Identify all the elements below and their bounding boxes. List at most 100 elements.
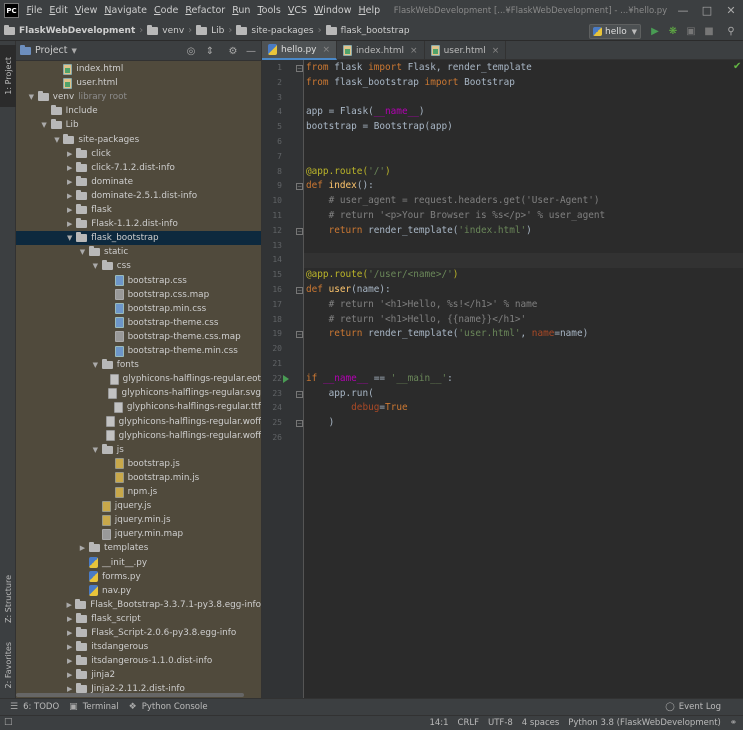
tree-item[interactable]: ▶ itsdangerous: [16, 640, 261, 654]
code-area[interactable]: from flask import Flask, render_template…: [304, 60, 743, 698]
collapse-arrow-icon[interactable]: ▶: [65, 206, 74, 214]
tree-item[interactable]: ▶ click-7.1.2.dist-info: [16, 161, 261, 175]
tree-item[interactable]: ▶ Flask-1.1.2.dist-info: [16, 217, 261, 231]
menu-edit[interactable]: Edit: [46, 0, 71, 21]
fold-marker-icon[interactable]: −: [296, 183, 303, 191]
favorites-tool-tab[interactable]: 2: Favorites: [0, 637, 16, 693]
caret-position[interactable]: 14:1: [429, 718, 448, 728]
collapse-arrow-icon[interactable]: ▶: [65, 220, 74, 228]
menu-refactor[interactable]: Refactor: [182, 0, 229, 21]
menu-vcs[interactable]: VCS: [284, 0, 310, 21]
menu-tools[interactable]: Tools: [254, 0, 284, 21]
fold-marker-icon[interactable]: −: [296, 65, 303, 72]
tree-item[interactable]: index.html: [16, 62, 261, 76]
tree-item[interactable]: __init__.py: [16, 556, 261, 570]
collapse-arrow-icon[interactable]: ▶: [65, 192, 74, 200]
expand-arrow-icon[interactable]: ▼: [52, 136, 61, 144]
tree-item[interactable]: user.html: [16, 76, 261, 90]
coverage-icon[interactable]: ▣: [683, 24, 699, 39]
tree-item[interactable]: ▼ static: [16, 245, 261, 259]
bottom-tab--todo[interactable]: ☰ 6: TODO: [10, 702, 59, 712]
fold-marker-icon[interactable]: −: [296, 227, 303, 235]
lock-icon[interactable]: ⚭: [730, 718, 737, 728]
tree-item[interactable]: ▼ venv library root: [16, 90, 261, 104]
tree-item[interactable]: ▼ fonts: [16, 358, 261, 372]
menu-run[interactable]: Run: [229, 0, 254, 21]
collapse-arrow-icon[interactable]: ▶: [65, 150, 74, 158]
close-tab-icon[interactable]: ×: [410, 46, 418, 56]
collapse-arrow-icon[interactable]: ▶: [65, 671, 74, 679]
tree-item[interactable]: bootstrap.min.js: [16, 471, 261, 485]
close-tab-icon[interactable]: ×: [323, 45, 331, 55]
project-tool-tab[interactable]: 1: Project: [0, 45, 16, 107]
tree-item[interactable]: ▼ js: [16, 443, 261, 457]
stop-icon[interactable]: ■: [701, 24, 717, 39]
toggle-tool-windows-icon[interactable]: □: [4, 717, 13, 727]
menu-code[interactable]: Code: [151, 0, 182, 21]
tree-item[interactable]: ▶ templates: [16, 541, 261, 555]
fold-marker-icon[interactable]: −: [296, 420, 303, 428]
search-everywhere-icon[interactable]: ⚲: [723, 24, 739, 39]
menu-window[interactable]: Window: [311, 0, 355, 21]
debug-icon[interactable]: ❋: [665, 24, 681, 39]
collapse-arrow-icon[interactable]: ▶: [65, 643, 74, 651]
tree-item[interactable]: bootstrap-theme.min.css: [16, 344, 261, 358]
tree-item[interactable]: ▶ click: [16, 147, 261, 161]
tab-index-html[interactable]: index.html ×: [337, 41, 425, 60]
breadcrumb-item[interactable]: site-packages: [236, 24, 314, 36]
tree-item[interactable]: nav.py: [16, 584, 261, 598]
breadcrumb-item[interactable]: FlaskWebDevelopment: [4, 24, 135, 36]
tree-item[interactable]: bootstrap.js: [16, 457, 261, 471]
collapse-arrow-icon[interactable]: ▶: [65, 164, 74, 172]
close-window-icon[interactable]: ✕: [719, 0, 743, 21]
tree-item[interactable]: glyphicons-halflings-regular.woff2: [16, 429, 261, 443]
hide-panel-icon[interactable]: —: [244, 44, 258, 58]
gear-icon[interactable]: ⚙: [226, 44, 240, 58]
line-separator[interactable]: CRLF: [458, 718, 479, 728]
expand-arrow-icon[interactable]: ▼: [40, 121, 49, 129]
menu-help[interactable]: Help: [355, 0, 384, 21]
tree-item[interactable]: bootstrap-theme.css: [16, 316, 261, 330]
bottom-tab-python-console[interactable]: ❖ Python Console: [129, 702, 208, 712]
tree-item[interactable]: ▶ flask_script: [16, 612, 261, 626]
collapse-arrow-icon[interactable]: ▶: [65, 178, 74, 186]
tree-item[interactable]: ▶ Flask_Script-2.0.6-py3.8.egg-info: [16, 626, 261, 640]
expand-arrow-icon[interactable]: ▼: [91, 361, 100, 369]
tree-item[interactable]: bootstrap.css: [16, 274, 261, 288]
tree-item[interactable]: ▼ site-packages: [16, 133, 261, 147]
tree-item[interactable]: ▼ Lib: [16, 118, 261, 132]
locate-file-icon[interactable]: ◎: [184, 44, 198, 58]
tree-item[interactable]: jquery.min.js: [16, 513, 261, 527]
tree-item[interactable]: forms.py: [16, 570, 261, 584]
tab-user-html[interactable]: user.html ×: [425, 41, 507, 60]
tree-item[interactable]: glyphicons-halflings-regular.woff: [16, 415, 261, 429]
collapse-arrow-icon[interactable]: ▶: [65, 601, 73, 609]
run-config-select[interactable]: hello ▼: [589, 24, 641, 39]
expand-arrow-icon[interactable]: ▼: [65, 234, 74, 242]
chevron-down-icon[interactable]: ▼: [72, 47, 77, 55]
tab-hello-py[interactable]: hello.py ×: [262, 41, 338, 60]
expand-arrow-icon[interactable]: ▼: [91, 446, 100, 454]
project-panel-title[interactable]: Project: [35, 45, 68, 56]
fold-marker-icon[interactable]: −: [296, 287, 303, 294]
minimize-icon[interactable]: —: [671, 0, 695, 21]
python-interpreter[interactable]: Python 3.8 (FlaskWebDevelopment): [568, 718, 721, 728]
run-icon[interactable]: ▶: [647, 24, 663, 39]
event-log-button[interactable]: ◯ Event Log: [665, 702, 721, 712]
tree-item[interactable]: ▶ jinja2: [16, 668, 261, 682]
menu-view[interactable]: View: [71, 0, 101, 21]
fold-marker-icon[interactable]: −: [296, 331, 303, 339]
tree-item[interactable]: Include: [16, 104, 261, 118]
tree-item[interactable]: glyphicons-halflings-regular.ttf: [16, 400, 261, 414]
tree-item[interactable]: jquery.min.map: [16, 527, 261, 541]
tree-item[interactable]: ▼ css: [16, 259, 261, 273]
tree-item[interactable]: bootstrap.min.css: [16, 302, 261, 316]
maximize-icon[interactable]: □: [695, 0, 719, 21]
run-gutter-icon[interactable]: [283, 375, 289, 384]
tree-item[interactable]: npm.js: [16, 485, 261, 499]
tree-item[interactable]: ▶ flask: [16, 203, 261, 217]
tree-item[interactable]: ▶ dominate-2.5.1.dist-info: [16, 189, 261, 203]
tree-item[interactable]: bootstrap.css.map: [16, 288, 261, 302]
menu-file[interactable]: File: [23, 0, 46, 21]
tree-item[interactable]: bootstrap-theme.css.map: [16, 330, 261, 344]
